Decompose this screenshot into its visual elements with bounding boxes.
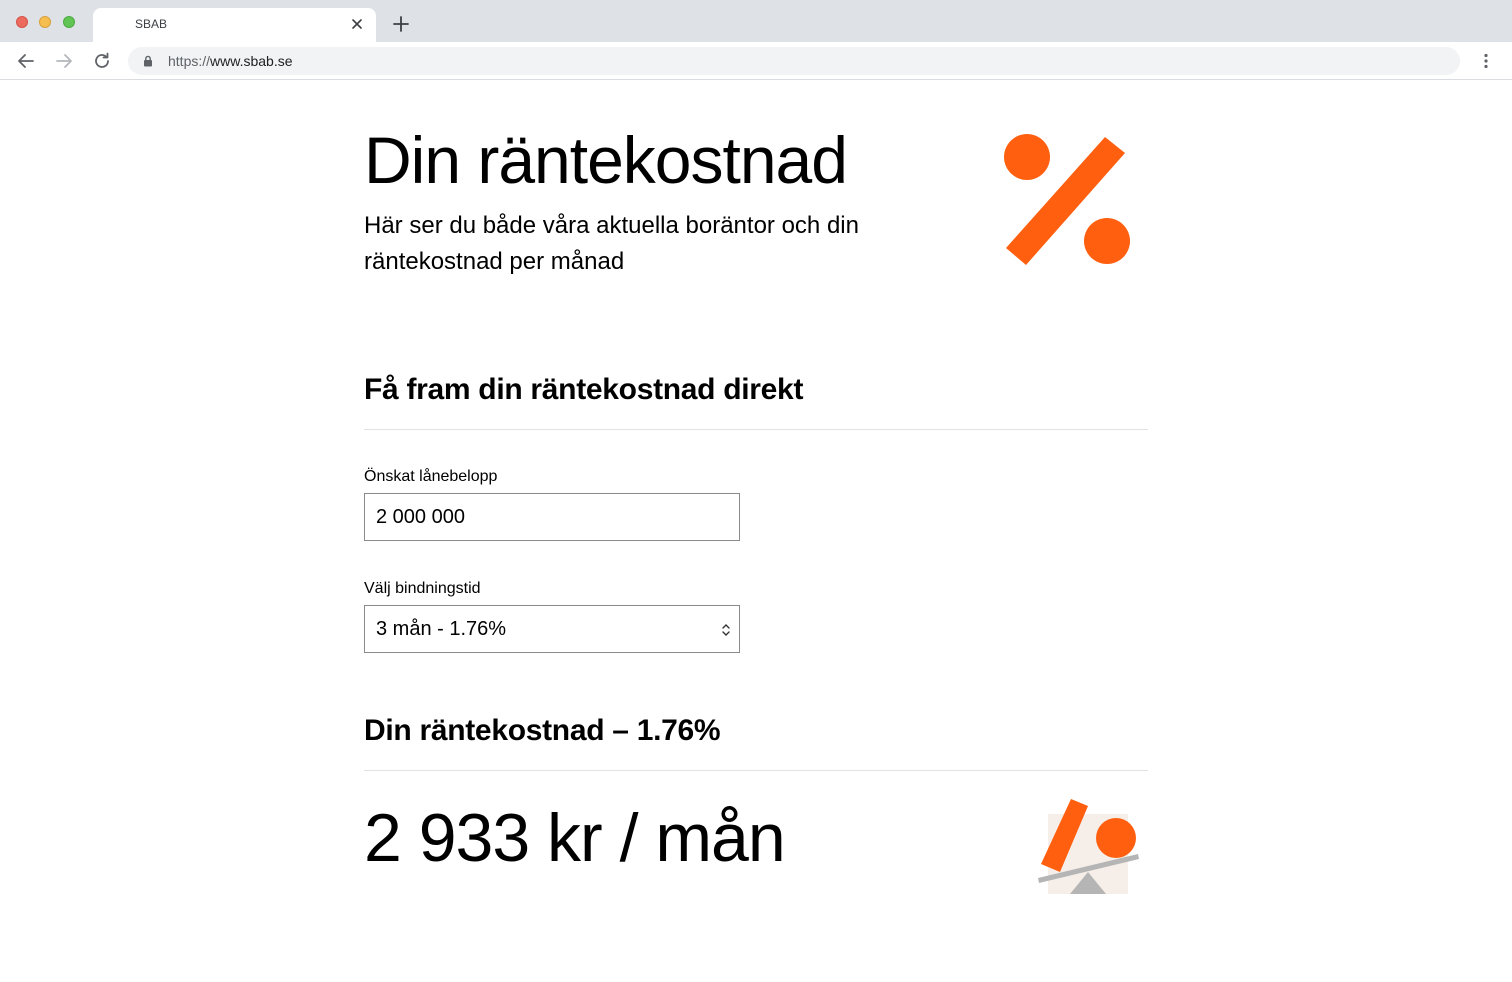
tab-title: SBAB [135,17,168,31]
url-text: https://www.sbab.se [168,53,293,69]
result-heading: Din räntekostnad – 1.76% [364,714,721,747]
minimize-window-button[interactable] [39,16,51,28]
loan-amount-input[interactable] [364,493,740,541]
lock-icon [144,55,152,67]
new-tab-icon[interactable] [390,13,412,35]
browser-toolbar: https://www.sbab.se [0,42,1512,80]
more-menu-icon[interactable] [1476,51,1496,71]
url-host: www.sbab.se [210,53,293,69]
page-subtitle: Här ser du både våra aktuella boräntor o… [364,212,859,275]
browser-tab[interactable]: SBAB [93,8,376,42]
divider [364,770,1148,771]
divider [364,429,1148,430]
binding-period-value: 3 mån - 1.76% [376,618,507,640]
reload-icon[interactable] [92,51,112,71]
binding-period-label: Välj bindningstid [364,580,481,597]
address-bar[interactable]: https://www.sbab.se [128,47,1460,75]
calculator-heading: Få fram din räntekostnad direkt [364,373,804,406]
select-arrows-icon [722,624,730,636]
browser-tab-bar: SBAB [0,0,1512,42]
loan-amount-label: Önskat lånebelopp [364,468,498,485]
binding-period-select[interactable]: 3 mån - 1.76% [364,605,740,653]
close-window-button[interactable] [16,16,28,28]
back-arrow-icon[interactable] [16,51,36,71]
url-scheme: https:// [168,53,211,69]
page-title: Din räntekostnad [364,123,848,197]
close-icon[interactable] [348,15,366,33]
forward-arrow-icon[interactable] [54,51,74,71]
seesaw-icon [1038,799,1139,894]
maximize-window-button[interactable] [63,16,75,28]
monthly-cost: 2 933 kr / mån [364,800,786,876]
percent-icon [1004,134,1130,265]
